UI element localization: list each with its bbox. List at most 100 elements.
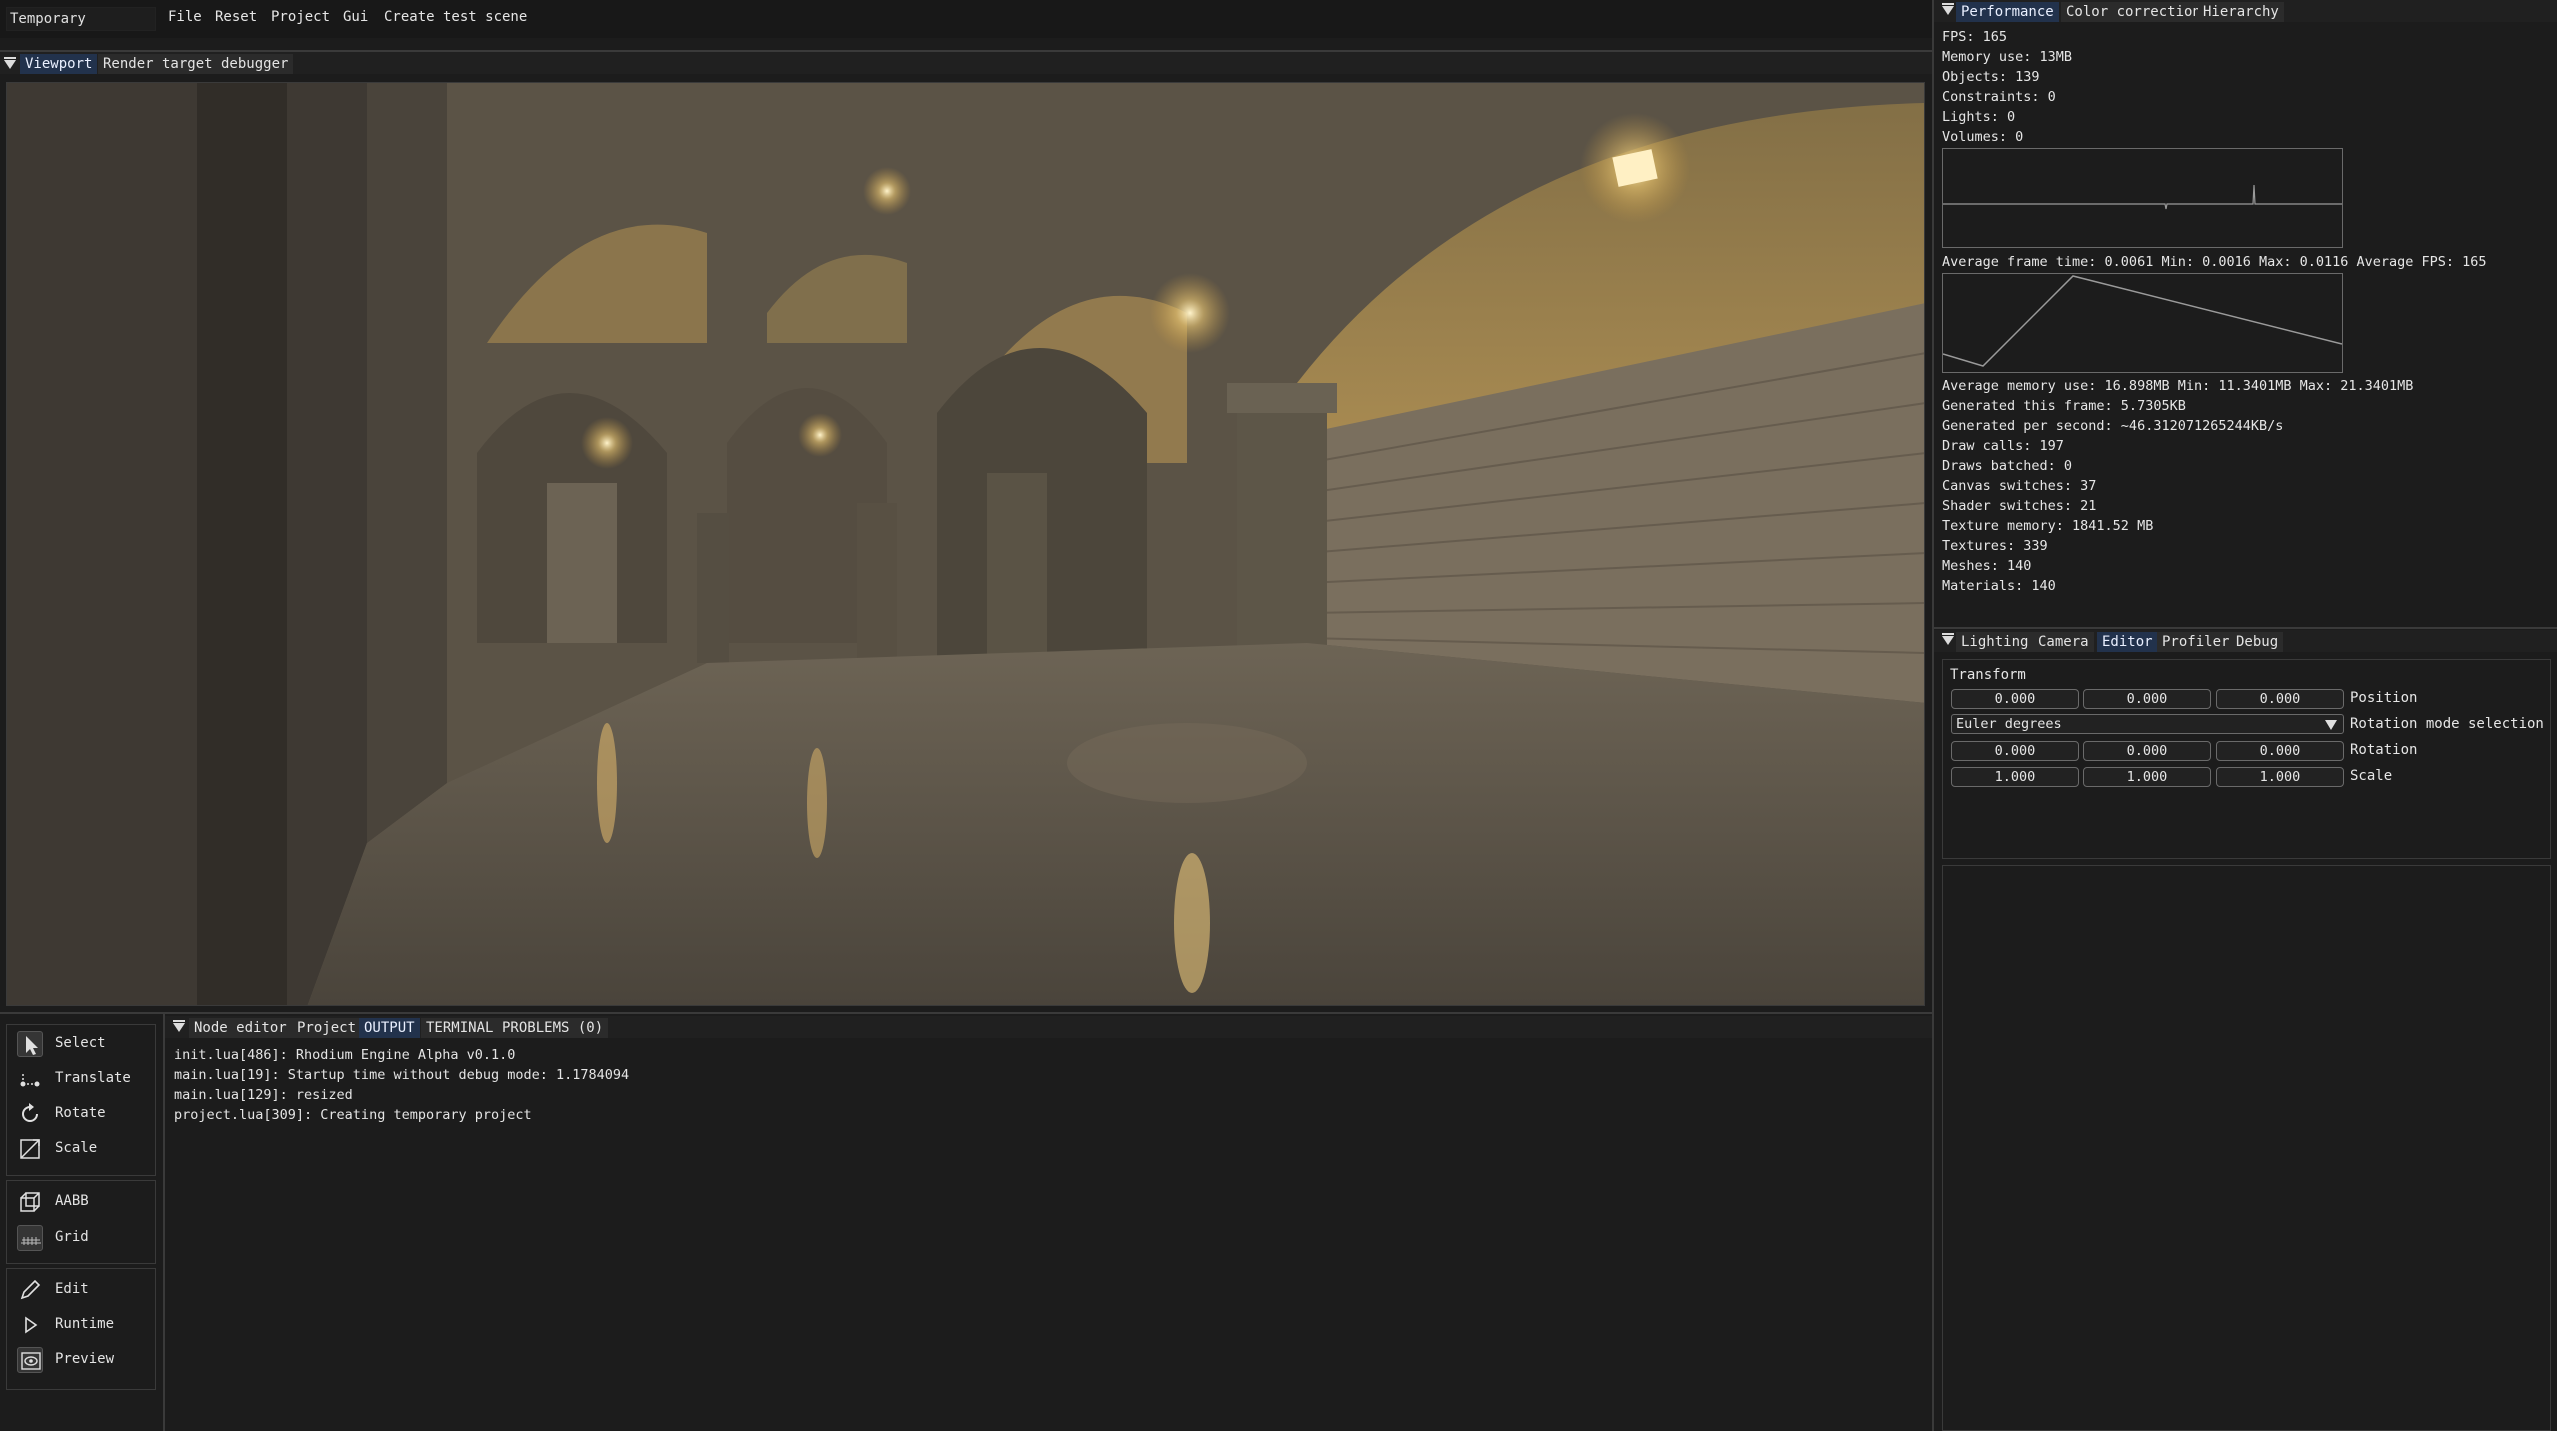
rotation-z-field[interactable]: 0.000 <box>2216 741 2344 761</box>
tab-project[interactable]: Project <box>292 1018 362 1038</box>
stat-draws-batched: Draws batched: 0 <box>1942 458 2073 474</box>
menu-reset[interactable]: Reset <box>215 9 257 25</box>
tool-scale[interactable]: Scale <box>7 1132 157 1162</box>
stat-texture-memory: Texture memory: 1841.52 MB <box>1942 518 2154 534</box>
tool-translate-label: Translate <box>55 1070 131 1086</box>
menu-project[interactable]: Project <box>271 9 330 25</box>
rotation-mode-label: Rotation mode selection <box>2350 716 2544 732</box>
log-line: project.lua[309]: Creating temporary pro… <box>174 1107 532 1123</box>
stat-memory-use: Memory use: 13MB <box>1942 49 2073 65</box>
rotate-icon <box>17 1101 43 1127</box>
log-line: main.lua[19]: Startup time without debug… <box>174 1067 630 1083</box>
stat-lights: Lights: 0 <box>1942 109 2016 125</box>
stat-materials: Materials: 140 <box>1942 578 2056 594</box>
scale-y-field[interactable]: 1.000 <box>2083 767 2211 787</box>
project-name-input[interactable] <box>6 7 156 31</box>
position-label: Position <box>2350 690 2418 706</box>
tool-translate[interactable]: Translate <box>7 1062 157 1092</box>
memory-graph <box>1942 273 2343 373</box>
grid-icon <box>17 1225 43 1251</box>
scale-icon <box>17 1136 43 1162</box>
stat-shader-switches: Shader switches: 21 <box>1942 498 2097 514</box>
scale-z-field[interactable]: 1.000 <box>2216 767 2344 787</box>
cursor-icon <box>17 1031 43 1057</box>
view-toggles-group: AABB Grid <box>6 1180 156 1264</box>
eye-icon <box>17 1347 43 1373</box>
tab-render-target-debugger[interactable]: Render target debugger <box>98 54 294 74</box>
pencil-icon <box>17 1277 43 1303</box>
tab-lighting[interactable]: Lighting <box>1956 632 2034 652</box>
mode-edit[interactable]: Edit <box>7 1273 157 1303</box>
stat-textures: Textures: 339 <box>1942 538 2048 554</box>
play-icon <box>17 1312 43 1338</box>
mode-preview-label: Preview <box>55 1351 115 1367</box>
menu-file[interactable]: File <box>168 9 202 25</box>
collapse-arrow-icon[interactable] <box>4 57 16 69</box>
tab-problems[interactable]: PROBLEMS (0) <box>497 1018 609 1038</box>
stat-canvas-switches: Canvas switches: 37 <box>1942 478 2097 494</box>
rotation-mode-value: Euler degrees <box>1956 716 2062 732</box>
log-line: init.lua[486]: Rhodium Engine Alpha v0.1… <box>174 1047 516 1063</box>
menu-create-test-scene[interactable]: Create test scene <box>384 9 527 25</box>
scene-render-image <box>7 83 1924 1005</box>
collapse-arrow-icon[interactable] <box>173 1020 185 1032</box>
tab-performance[interactable]: Performance <box>1956 2 2059 22</box>
rotation-x-field[interactable]: 0.000 <box>1951 741 2079 761</box>
toggle-grid-label: Grid <box>55 1229 89 1245</box>
divider <box>0 1012 1932 1014</box>
stat-fps: FPS: 165 <box>1942 29 2008 45</box>
tab-debug[interactable]: Debug <box>2231 632 2284 652</box>
mode-runtime[interactable]: Runtime <box>7 1308 157 1338</box>
frame-time-graph <box>1942 148 2343 248</box>
tab-profiler[interactable]: Profiler <box>2157 632 2235 652</box>
tab-color-correction[interactable]: Color correction <box>2061 2 2206 22</box>
position-y-field[interactable]: 0.000 <box>2083 689 2211 709</box>
bottom-right-tabbar: Lighting Camera Editor Profiler Debug <box>1934 630 2557 652</box>
mode-preview[interactable]: Preview <box>7 1343 157 1373</box>
stat-meshes: Meshes: 140 <box>1942 558 2032 574</box>
tool-select[interactable]: Select <box>7 1027 157 1057</box>
position-x-field[interactable]: 0.000 <box>1951 689 2079 709</box>
toggle-aabb-label: AABB <box>55 1193 89 1209</box>
top-right-tabbar: Performance Color correction Hierarchy <box>1934 0 2557 22</box>
bottom-tabbar: Node editor Project OUTPUT TERMINAL PROB… <box>165 1016 1932 1038</box>
memory-summary: Average memory use: 16.898MB Min: 11.340… <box>1942 378 2414 394</box>
dropdown-arrow-icon <box>2325 720 2337 730</box>
mode-edit-label: Edit <box>55 1281 89 1297</box>
tab-terminal[interactable]: TERMINAL <box>421 1018 499 1038</box>
tool-scale-label: Scale <box>55 1140 98 1156</box>
stat-constraints: Constraints: 0 <box>1942 89 2056 105</box>
scale-x-field[interactable]: 1.000 <box>1951 767 2079 787</box>
rotation-mode-select[interactable]: Euler degrees <box>1951 714 2344 734</box>
position-z-field[interactable]: 0.000 <box>2216 689 2344 709</box>
stat-generated-second: Generated per second: ~46.312071265244KB… <box>1942 418 2284 434</box>
tab-hierarchy[interactable]: Hierarchy <box>2198 2 2284 22</box>
transform-tools-group: Select Translate Rotate Scale <box>6 1024 156 1176</box>
stat-generated-frame: Generated this frame: 5.7305KB <box>1942 398 2186 414</box>
tab-viewport[interactable]: Viewport <box>20 54 98 74</box>
collapse-arrow-icon[interactable] <box>1942 633 1954 645</box>
move-icon <box>17 1066 43 1092</box>
output-console[interactable] <box>165 1038 1932 1431</box>
toggle-aabb[interactable]: AABB <box>7 1185 157 1215</box>
divider <box>1934 627 2557 629</box>
log-line: main.lua[129]: resized <box>174 1087 353 1103</box>
scale-label: Scale <box>2350 768 2393 784</box>
memory-plot <box>1942 275 2343 367</box>
tab-output[interactable]: OUTPUT <box>359 1018 420 1038</box>
inspector-empty-panel <box>1942 865 2551 1431</box>
collapse-arrow-icon[interactable] <box>1942 3 1954 15</box>
mode-runtime-label: Runtime <box>55 1316 115 1332</box>
stat-objects: Objects: 139 <box>1942 69 2040 85</box>
viewport-tabbar: Viewport Render target debugger <box>0 52 1932 74</box>
tool-select-label: Select <box>55 1035 106 1051</box>
frame-time-summary: Average frame time: 0.0061 Min: 0.0016 M… <box>1942 254 2487 270</box>
viewport-render[interactable] <box>6 82 1925 1006</box>
menu-gui[interactable]: Gui <box>343 9 368 25</box>
tab-camera[interactable]: Camera <box>2033 632 2094 652</box>
tool-rotate[interactable]: Rotate <box>7 1097 157 1127</box>
tab-node-editor[interactable]: Node editor <box>189 1018 292 1038</box>
rotation-y-field[interactable]: 0.000 <box>2083 741 2211 761</box>
tab-editor[interactable]: Editor <box>2097 632 2158 652</box>
toggle-grid[interactable]: Grid <box>7 1221 157 1251</box>
